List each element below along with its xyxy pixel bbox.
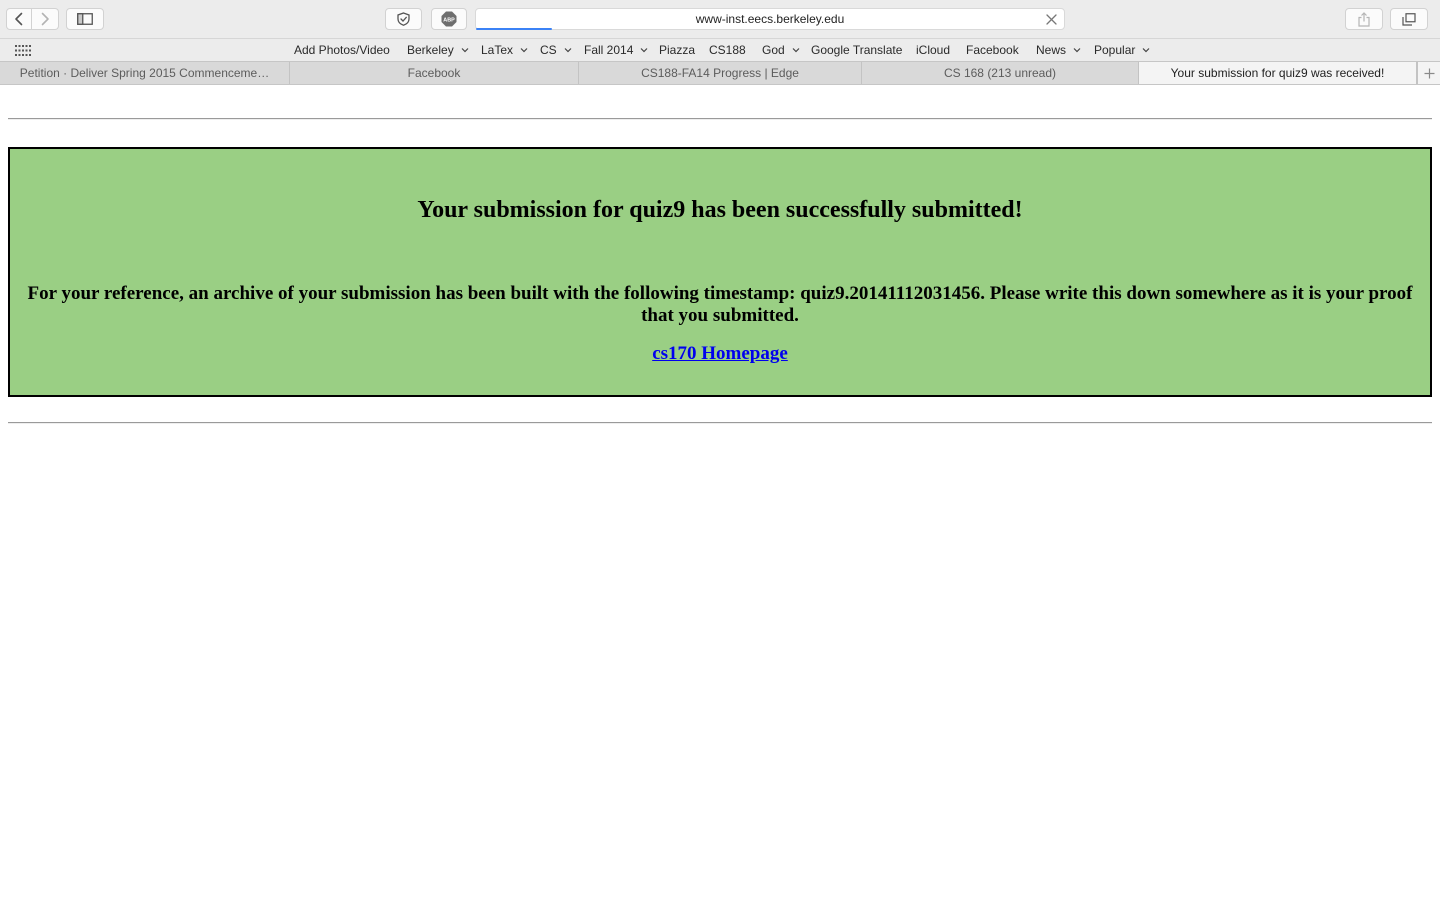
bookmark-label: Facebook xyxy=(966,43,1019,57)
bookmark-folder-cs[interactable]: CS xyxy=(540,43,572,57)
adblock-icon: ABP xyxy=(441,11,457,27)
chevron-right-icon xyxy=(41,12,49,26)
bookmark-facebook[interactable]: Facebook xyxy=(966,43,1019,57)
bookmarks-bar: Add Photos/Video Berkeley LaTex CS Fall … xyxy=(0,38,1440,61)
submission-heading: Your submission for quiz9 has been succe… xyxy=(417,197,1023,223)
horizontal-rule xyxy=(8,422,1432,424)
tab-title: CS188-FA14 Progress | Edge xyxy=(641,66,799,80)
address-bar[interactable]: www-inst.eecs.berkeley.edu xyxy=(475,8,1065,30)
tab-petition[interactable]: Petition · Deliver Spring 2015 Commencem… xyxy=(0,62,290,84)
top-sites-grid-icon[interactable] xyxy=(15,45,31,56)
tab-facebook[interactable]: Facebook xyxy=(290,62,579,84)
chevron-down-icon xyxy=(461,48,469,53)
bookmark-label: CS xyxy=(540,43,557,57)
bookmark-label: LaTex xyxy=(481,43,514,57)
chevron-down-icon xyxy=(792,48,800,53)
bookmark-piazza[interactable]: Piazza xyxy=(659,43,695,57)
bookmark-label: Google Translate xyxy=(811,43,903,57)
share-icon xyxy=(1358,11,1370,27)
bookmark-folder-god[interactable]: God xyxy=(762,43,800,57)
share-button[interactable] xyxy=(1345,8,1383,30)
cs170-homepage-link[interactable]: cs170 Homepage xyxy=(652,343,788,364)
chevron-down-icon xyxy=(564,48,572,53)
bookmark-label: Popular xyxy=(1094,43,1136,57)
tab-quiz9-submission[interactable]: Your submission for quiz9 was received! xyxy=(1139,62,1417,84)
tab-overview-icon xyxy=(1402,12,1416,26)
bookmark-folder-popular[interactable]: Popular xyxy=(1094,43,1150,57)
chevron-down-icon xyxy=(520,48,528,53)
sidebar-icon xyxy=(77,13,93,25)
back-button[interactable] xyxy=(6,8,32,30)
tab-title: Facebook xyxy=(407,66,461,80)
tab-title: Petition · Deliver Spring 2015 Commencem… xyxy=(19,66,270,80)
show-all-tabs-button[interactable] xyxy=(1390,8,1428,30)
bookmark-label: Piazza xyxy=(659,43,696,57)
homepage-link-wrapper: cs170 Homepage xyxy=(10,343,1430,365)
tab-title: CS 168 (213 unread) xyxy=(943,66,1057,80)
bookmark-icloud[interactable]: iCloud xyxy=(916,43,950,57)
adblock-button[interactable]: ABP xyxy=(431,8,467,30)
bookmark-cs188[interactable]: CS188 xyxy=(709,43,746,57)
tab-title: Your submission for quiz9 was received! xyxy=(1170,66,1385,80)
bookmark-add-photos-video[interactable]: Add Photos/Video xyxy=(294,43,390,57)
submission-reference-text: For your reference, an archive of your s… xyxy=(27,283,1413,326)
bookmark-label: Add Photos/Video xyxy=(294,43,390,57)
bookmark-folder-news[interactable]: News xyxy=(1036,43,1081,57)
plus-icon xyxy=(1424,68,1434,78)
address-url[interactable]: www-inst.eecs.berkeley.edu xyxy=(476,12,1064,26)
bookmark-folder-fall-2014[interactable]: Fall 2014 xyxy=(584,43,648,57)
svg-text:ABP: ABP xyxy=(443,17,455,23)
page-load-progress xyxy=(476,28,552,30)
chevron-down-icon xyxy=(1073,48,1081,53)
bookmark-label: News xyxy=(1036,43,1067,57)
new-tab-button[interactable] xyxy=(1417,62,1440,84)
horizontal-rule xyxy=(8,118,1432,120)
bookmark-folder-berkeley[interactable]: Berkeley xyxy=(407,43,469,57)
bookmark-google-translate[interactable]: Google Translate xyxy=(811,43,902,57)
tab-cs188-progress[interactable]: CS188-FA14 Progress | Edge xyxy=(579,62,862,84)
forward-button[interactable] xyxy=(32,8,59,30)
bookmark-label: iCloud xyxy=(916,43,951,57)
bookmark-label: Fall 2014 xyxy=(584,43,634,57)
stop-loading-icon[interactable] xyxy=(1045,13,1058,26)
submission-success-box: Your submission for quiz9 has been succe… xyxy=(8,147,1432,397)
bookmark-folder-latex[interactable]: LaTex xyxy=(481,43,528,57)
tab-cs168[interactable]: CS 168 (213 unread) xyxy=(862,62,1139,84)
sidebar-toggle-button[interactable] xyxy=(66,8,104,30)
tab-bar: Petition · Deliver Spring 2015 Commencem… xyxy=(0,61,1440,85)
chevron-down-icon xyxy=(640,48,648,53)
bookmark-label: Berkeley xyxy=(407,43,454,57)
shield-icon xyxy=(397,12,410,26)
bookmark-label: CS188 xyxy=(709,43,746,57)
chevron-down-icon xyxy=(1142,48,1150,53)
privacy-extension-button[interactable] xyxy=(385,8,422,30)
chevron-left-icon xyxy=(15,12,23,26)
bookmark-label: God xyxy=(762,43,785,57)
browser-toolbar: ABP www-inst.eecs.berkeley.edu xyxy=(0,0,1440,38)
